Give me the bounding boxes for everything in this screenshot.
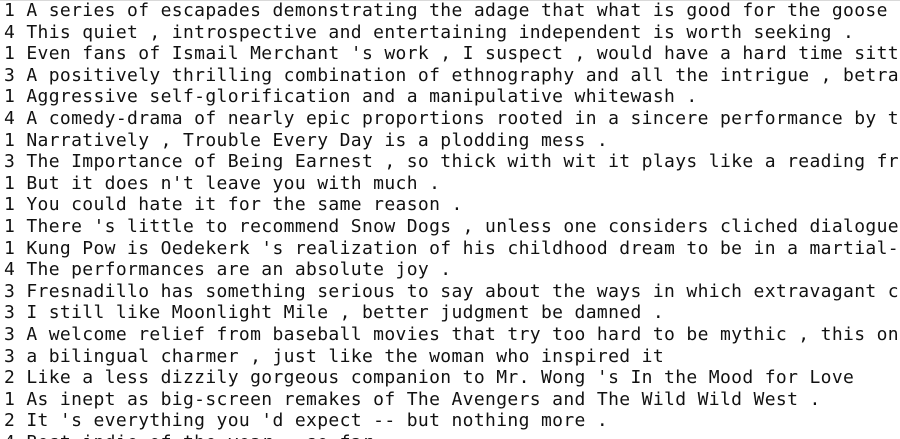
sentence-text: The performances are an absolute joy . (26, 259, 452, 281)
sentence-text: Best indie of the year , so far . (26, 432, 395, 439)
text-viewport[interactable]: 1 A series of escapades demonstrating th… (0, 0, 900, 439)
text-line: 1 Aggressive self-glorification and a ma… (4, 86, 900, 108)
text-line: 3 Fresnadillo has something serious to s… (4, 281, 900, 303)
sentence-text: I still like Moonlight Mile , better jud… (26, 302, 665, 324)
sentiment-label: 3 (4, 345, 16, 367)
sentiment-label: 3 (4, 323, 16, 345)
sentence-text: Even fans of Ismail Merchant 's work , I… (26, 43, 900, 65)
text-line: 1 As inept as big-screen remakes of The … (4, 389, 900, 411)
text-line: 3 I still like Moonlight Mile , better j… (4, 302, 900, 324)
sentence-text: A positively thrilling combination of et… (26, 64, 900, 86)
sentence-text: You could hate it for the same reason . (26, 194, 463, 216)
text-line: 1 You could hate it for the same reason … (4, 194, 900, 216)
sentiment-label: 3 (4, 64, 16, 86)
text-line: 1 Narratively , Trouble Every Day is a p… (4, 130, 900, 152)
sentiment-label: 4 (4, 21, 16, 43)
text-line: 2 It 's everything you 'd expect -- but … (4, 410, 900, 432)
text-line: 4 A comedy-drama of nearly epic proporti… (4, 108, 900, 130)
sentiment-label: 3 (4, 151, 16, 173)
text-line: 3 A welcome relief from baseball movies … (4, 324, 900, 346)
sentiment-label: 4 (4, 432, 15, 439)
text-line: 3 a bilingual charmer , just like the wo… (4, 346, 900, 368)
sentence-text: Narratively , Trouble Every Day is a plo… (26, 129, 609, 151)
text-line: 3 The Importance of Being Earnest , so t… (4, 151, 900, 173)
text-line: 1 Even fans of Ismail Merchant 's work ,… (4, 43, 900, 65)
text-line: 4 Best indie of the year , so far . (4, 432, 900, 439)
sentence-text: Fresnadillo has something serious to say… (26, 280, 900, 302)
sentiment-label: 1 (4, 194, 16, 216)
text-line: 4 This quiet , introspective and enterta… (4, 22, 900, 44)
sentence-text: There 's little to recommend Snow Dogs ,… (26, 215, 899, 237)
sentence-text: A series of escapades demonstrating the … (26, 0, 888, 21)
text-line: 4 The performances are an absolute joy . (4, 259, 900, 281)
sentiment-label: 1 (4, 129, 16, 151)
sentence-text: As inept as big-screen remakes of The Av… (26, 388, 821, 410)
text-line: 3 A positively thrilling combination of … (4, 65, 900, 87)
text-line: 1 There 's little to recommend Snow Dogs… (4, 216, 900, 238)
sentiment-label: 1 (4, 43, 16, 65)
text-line: 1 But it does n't leave you with much . (4, 173, 900, 195)
sentence-text: But it does n't leave you with much . (26, 172, 441, 194)
sentence-text: Kung Pow is Oedekerk 's realization of h… (26, 237, 900, 259)
sentiment-label: 4 (4, 107, 16, 129)
sentence-text: A welcome relief from baseball movies th… (26, 323, 900, 345)
sentiment-label: 1 (4, 0, 16, 21)
dataset-lines: 1 A series of escapades demonstrating th… (4, 0, 900, 439)
sentiment-label: 1 (4, 388, 16, 410)
sentiment-label: 1 (4, 237, 16, 259)
sentiment-label: 2 (4, 367, 16, 389)
sentiment-label: 1 (4, 86, 16, 108)
text-line: 1 Kung Pow is Oedekerk 's realization of… (4, 238, 900, 260)
sentence-text: Like a less dizzily gorgeous companion t… (26, 367, 855, 389)
sentiment-label: 4 (4, 259, 16, 281)
text-line: 2 Like a less dizzily gorgeous companion… (4, 367, 900, 389)
sentiment-label: 3 (4, 280, 16, 302)
sentence-text: a bilingual charmer , just like the woma… (26, 345, 665, 367)
sentence-text: A comedy-drama of nearly epic proportion… (26, 107, 900, 129)
sentence-text: It 's everything you 'd expect -- but no… (26, 410, 609, 432)
sentiment-label: 3 (4, 302, 16, 324)
sentence-text: This quiet , introspective and entertain… (26, 21, 855, 43)
sentence-text: The Importance of Being Earnest , so thi… (26, 151, 900, 173)
text-line: 1 A series of escapades demonstrating th… (4, 0, 900, 22)
sentence-text: Aggressive self-glorification and a mani… (26, 86, 698, 108)
sentiment-label: 1 (4, 172, 16, 194)
sentiment-label: 1 (4, 215, 16, 237)
sentiment-label: 2 (4, 410, 16, 432)
